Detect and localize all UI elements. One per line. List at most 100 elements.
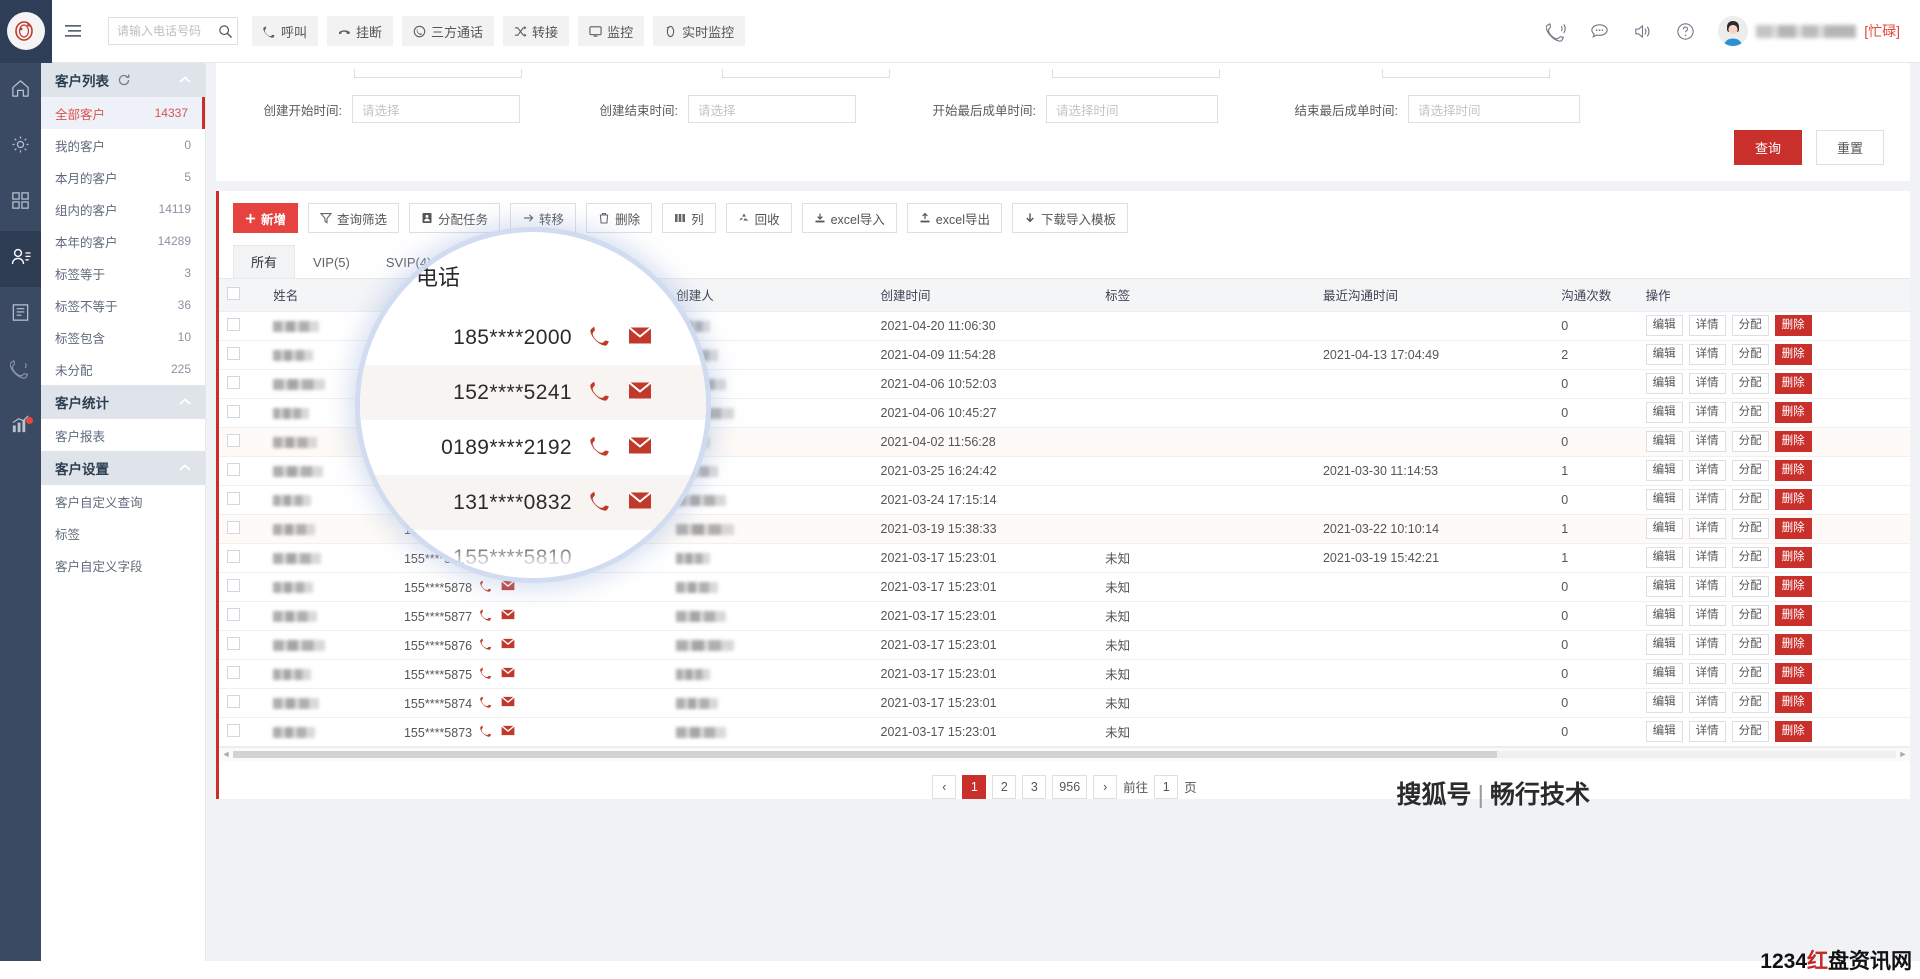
- rail-item-home[interactable]: [0, 63, 41, 119]
- row-checkbox[interactable]: [227, 723, 240, 737]
- app-logo[interactable]: [0, 0, 52, 63]
- row-checkbox[interactable]: [227, 549, 240, 563]
- sidebar-item-tag-contains[interactable]: 标签包含 10: [41, 321, 205, 353]
- delete-button[interactable]: 删除: [586, 203, 653, 233]
- row-select-cell[interactable]: [219, 543, 266, 573]
- phone-search-box[interactable]: [108, 17, 238, 45]
- email-icon[interactable]: [628, 326, 652, 350]
- row-detail-button[interactable]: 详情: [1688, 721, 1726, 742]
- row-assign-button[interactable]: 分配: [1731, 547, 1769, 568]
- email-icon[interactable]: [501, 579, 515, 594]
- phone-call-icon[interactable]: [480, 695, 493, 711]
- row-checkbox[interactable]: [227, 607, 240, 621]
- row-detail-button[interactable]: 详情: [1688, 518, 1726, 539]
- phone-call-icon[interactable]: [590, 324, 612, 351]
- chevron-up-icon[interactable]: [179, 464, 191, 472]
- row-checkbox[interactable]: [227, 462, 240, 476]
- add-button[interactable]: 新增: [233, 203, 299, 233]
- page-2[interactable]: 2: [992, 774, 1017, 799]
- hangup-button[interactable]: 挂断: [327, 16, 394, 46]
- row-select-cell[interactable]: [219, 688, 266, 718]
- scroll-thumb[interactable]: [233, 750, 1497, 758]
- row-checkbox[interactable]: [227, 665, 240, 679]
- sidebar-item-tag-equals[interactable]: 标签等于 3: [41, 257, 205, 289]
- page-1[interactable]: 1: [962, 774, 987, 799]
- search-icon[interactable]: [217, 24, 233, 39]
- menu-toggle-icon[interactable]: [52, 0, 94, 63]
- chevron-up-icon[interactable]: [179, 76, 191, 84]
- row-select-cell[interactable]: [219, 456, 266, 486]
- rail-item-customers[interactable]: [0, 231, 41, 287]
- row-assign-button[interactable]: 分配: [1731, 489, 1769, 510]
- row-edit-button[interactable]: 编辑: [1645, 315, 1683, 336]
- transfer-button[interactable]: 转接: [503, 16, 570, 46]
- row-select-cell[interactable]: [219, 427, 266, 457]
- row-delete-button[interactable]: 删除: [1774, 721, 1812, 742]
- row-select-cell[interactable]: [219, 572, 266, 602]
- row-assign-button[interactable]: 分配: [1731, 518, 1769, 539]
- page-prev[interactable]: ‹: [932, 774, 957, 799]
- row-edit-button[interactable]: 编辑: [1645, 373, 1683, 394]
- row-assign-button[interactable]: 分配: [1731, 402, 1769, 423]
- row-checkbox[interactable]: [227, 317, 240, 331]
- row-select-cell[interactable]: [219, 659, 266, 689]
- table-row[interactable]: 155****5874 2021-03-17 15:23:01 未知 0 编辑 详情 分配删…: [219, 688, 1910, 718]
- refresh-icon[interactable]: [117, 73, 131, 87]
- select-all-header[interactable]: [219, 279, 266, 312]
- sidebar-item-month-customers[interactable]: 本月的客户 5: [41, 161, 205, 193]
- row-edit-button[interactable]: 编辑: [1645, 576, 1683, 597]
- phone-call-icon[interactable]: [590, 379, 612, 406]
- download-template-button[interactable]: 下载导入模板: [1011, 203, 1128, 233]
- row-detail-button[interactable]: 详情: [1688, 402, 1726, 423]
- chevron-up-icon[interactable]: [179, 398, 191, 406]
- email-icon[interactable]: [628, 381, 652, 405]
- row-delete-button[interactable]: 删除: [1774, 518, 1812, 539]
- excel-export-button[interactable]: excel导出: [906, 203, 1002, 233]
- row-checkbox[interactable]: [227, 346, 240, 360]
- row-edit-button[interactable]: 编辑: [1645, 721, 1683, 742]
- move-button[interactable]: 转移: [510, 203, 577, 233]
- sidebar-item-my-customers[interactable]: 我的客户 0: [41, 129, 205, 161]
- phone-call-icon[interactable]: [480, 637, 493, 653]
- jump-input[interactable]: 1: [1154, 774, 1179, 799]
- reset-button[interactable]: 重置: [1815, 129, 1884, 165]
- monitor-button[interactable]: 监控: [578, 16, 645, 46]
- email-icon[interactable]: [501, 666, 515, 681]
- rail-item-records[interactable]: [0, 287, 41, 343]
- horizontal-scrollbar[interactable]: ◄ ►: [219, 746, 1910, 761]
- rail-item-apps[interactable]: [0, 175, 41, 231]
- row-assign-button[interactable]: 分配: [1731, 721, 1769, 742]
- create-start-date-input[interactable]: 请选择: [352, 95, 520, 123]
- row-checkbox[interactable]: [227, 375, 240, 389]
- deal-start-date-input[interactable]: 请选择时间: [1046, 95, 1218, 123]
- row-select-cell[interactable]: [219, 311, 266, 341]
- row-assign-button[interactable]: 分配: [1731, 460, 1769, 481]
- realtime-monitor-button[interactable]: 实时监控: [653, 16, 746, 46]
- rail-item-stats[interactable]: [0, 399, 41, 455]
- phone-call-icon[interactable]: [480, 608, 493, 624]
- query-filter-button[interactable]: 查询筛选: [308, 203, 400, 233]
- row-edit-button[interactable]: 编辑: [1645, 402, 1683, 423]
- rail-item-settings[interactable]: [0, 119, 41, 175]
- select-all-checkbox[interactable]: [227, 286, 240, 300]
- row-select-cell[interactable]: [219, 369, 266, 399]
- call-button[interactable]: 呼叫: [252, 16, 319, 46]
- sidebar-item-unassigned[interactable]: 未分配 225: [41, 353, 205, 385]
- page-last[interactable]: 956: [1052, 774, 1088, 799]
- row-assign-button[interactable]: 分配: [1731, 315, 1769, 336]
- email-icon[interactable]: [628, 436, 652, 460]
- excel-import-button[interactable]: excel导入: [801, 203, 897, 233]
- sidebar-group-customer-settings[interactable]: 客户设置: [41, 451, 205, 485]
- help-icon[interactable]: [1675, 21, 1696, 42]
- row-detail-button[interactable]: 详情: [1688, 576, 1726, 597]
- volume-icon[interactable]: [1632, 21, 1653, 42]
- row-edit-button[interactable]: 编辑: [1645, 518, 1683, 539]
- sidebar-item-group-customers[interactable]: 组内的客户 14119: [41, 193, 205, 225]
- row-delete-button[interactable]: 删除: [1774, 373, 1812, 394]
- row-edit-button[interactable]: 编辑: [1645, 663, 1683, 684]
- row-select-cell[interactable]: [219, 398, 266, 428]
- row-detail-button[interactable]: 详情: [1688, 344, 1726, 365]
- row-detail-button[interactable]: 详情: [1688, 605, 1726, 626]
- row-assign-button[interactable]: 分配: [1731, 431, 1769, 452]
- row-edit-button[interactable]: 编辑: [1645, 489, 1683, 510]
